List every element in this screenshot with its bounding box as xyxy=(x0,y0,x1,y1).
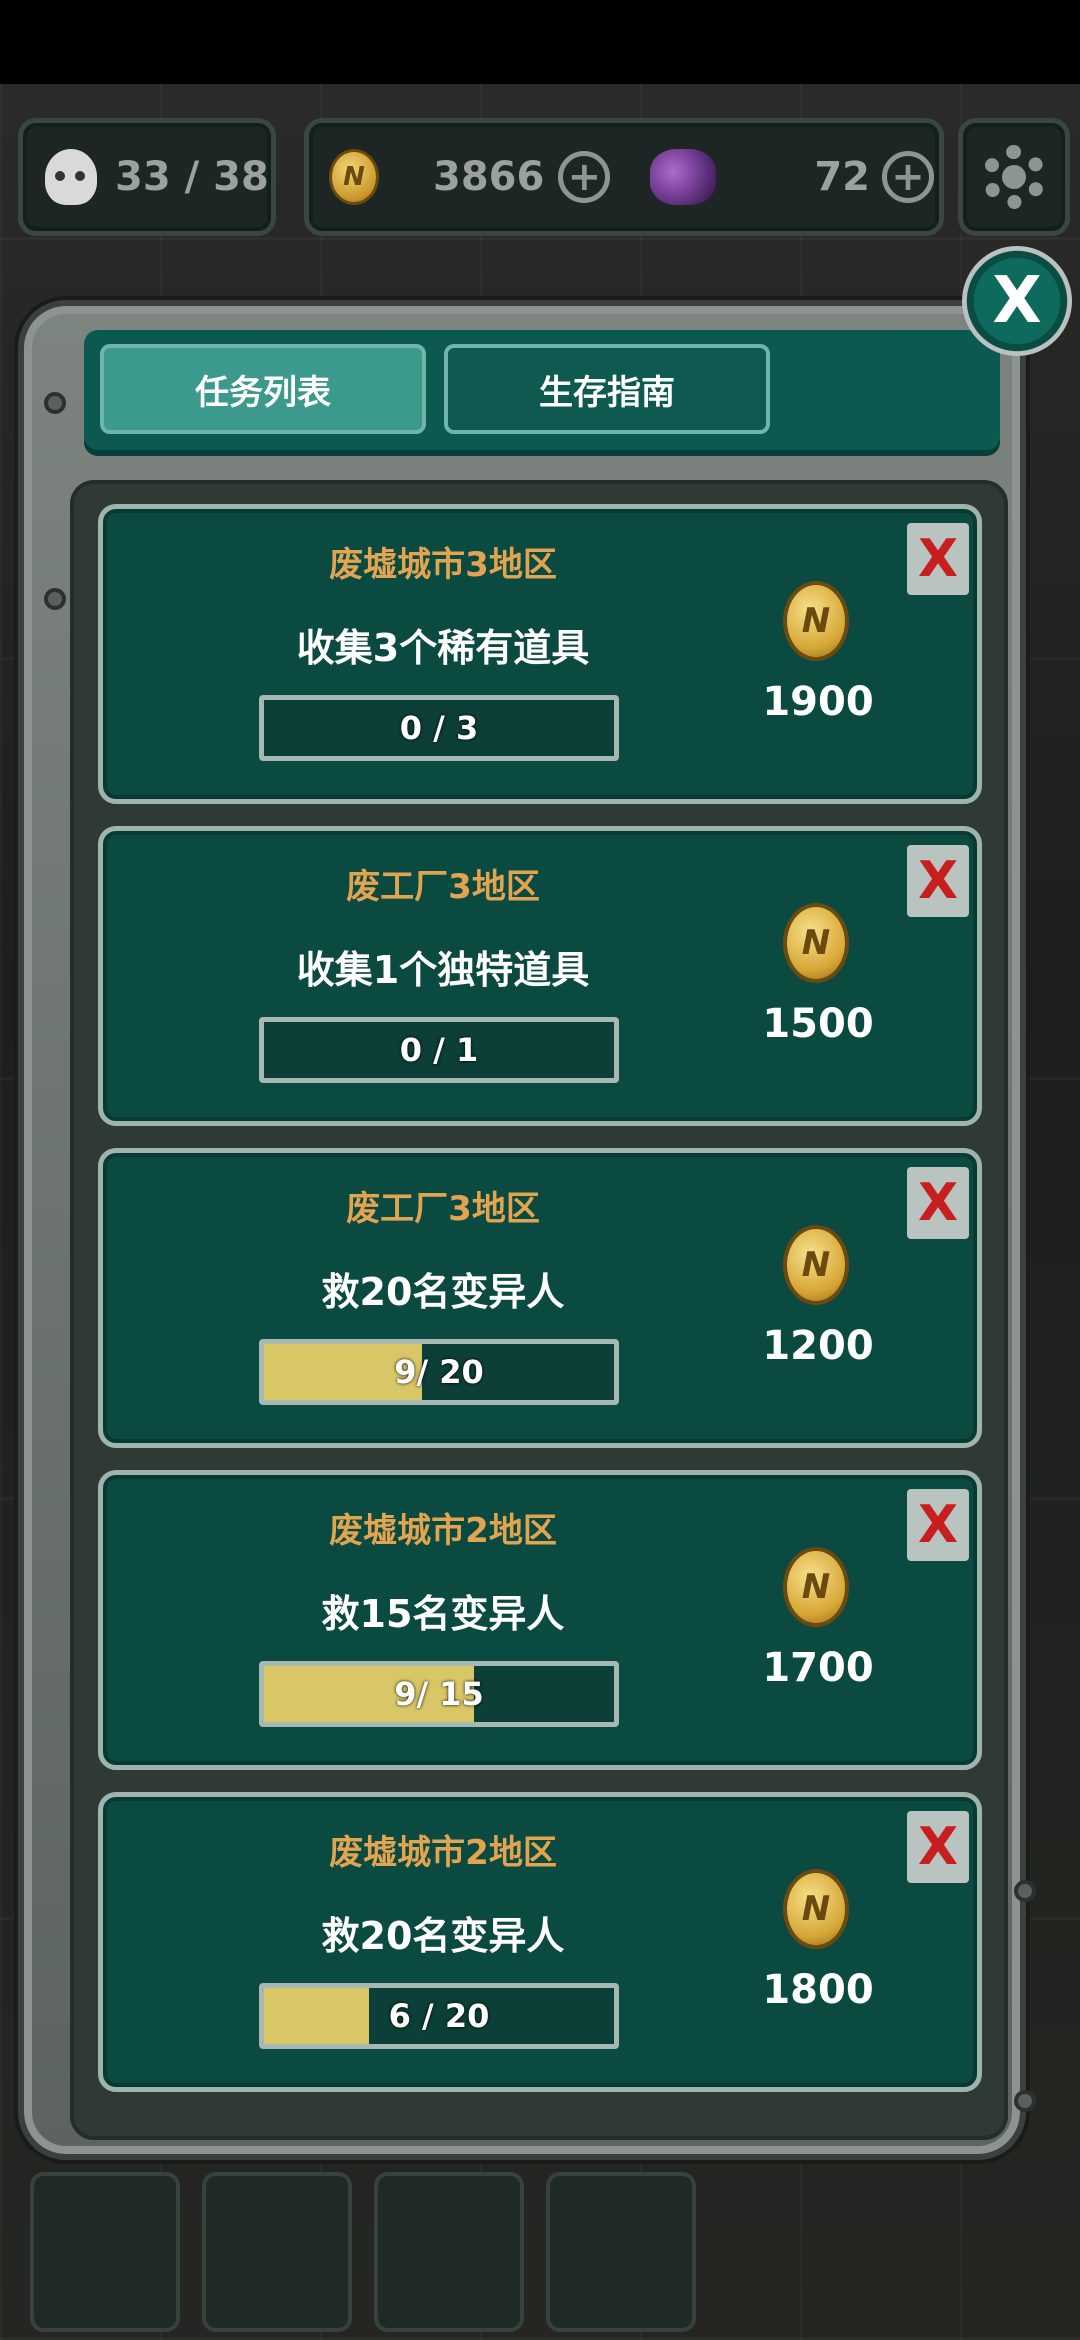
coin-icon: N xyxy=(783,1225,849,1305)
task-description: 收集3个稀有道具 xyxy=(296,626,590,670)
tab-task-list[interactable]: 任务列表 xyxy=(100,344,426,434)
task-reward: 1200 xyxy=(762,1323,874,1369)
task-progress-bar: 9/ 15 xyxy=(259,1661,619,1727)
skull-icon xyxy=(45,149,97,205)
task-description: 救15名变异人 xyxy=(321,1592,565,1636)
delete-task-button[interactable]: X xyxy=(907,1167,969,1239)
rivet-decoration xyxy=(44,392,66,414)
tab-bar: 任务列表 生存指南 xyxy=(84,330,1000,456)
task-progress-bar: 9/ 20 xyxy=(259,1339,619,1405)
add-gems-button[interactable]: + xyxy=(882,151,934,203)
progress-text: 0 / 1 xyxy=(399,1031,479,1069)
progress-text: 9/ 20 xyxy=(394,1353,484,1391)
task-description: 救20名变异人 xyxy=(321,1914,565,1958)
task-description: 救20名变异人 xyxy=(321,1270,565,1314)
task-reward: 1700 xyxy=(762,1645,874,1691)
delete-task-button[interactable]: X xyxy=(907,523,969,595)
task-reward: 1800 xyxy=(762,1967,874,2013)
rivet-decoration xyxy=(1014,1880,1036,1902)
delete-task-button[interactable]: X xyxy=(907,1811,969,1883)
task-card: 废工厂3地区 救20名变异人 9/ 20 N 1200 X xyxy=(98,1148,982,1448)
settings-button[interactable] xyxy=(958,118,1070,236)
dock-button-people[interactable] xyxy=(30,2172,180,2332)
population-counter: 33 / 38 xyxy=(18,118,276,236)
close-panel-button[interactable]: X xyxy=(962,246,1072,356)
task-progress-bar: 6 / 20 xyxy=(259,1983,619,2049)
gem-value: 72 xyxy=(814,154,870,200)
dock-button-exchange[interactable] xyxy=(546,2172,696,2332)
population-value: 33 / 38 xyxy=(115,154,269,200)
task-area: 废墟城市3地区 xyxy=(329,545,557,585)
task-card: 废墟城市2地区 救20名变异人 6 / 20 N 1800 X xyxy=(98,1792,982,2092)
tab-survival-guide[interactable]: 生存指南 xyxy=(444,344,770,434)
status-bar-area xyxy=(0,0,1080,84)
progress-text: 6 / 20 xyxy=(388,1997,490,2035)
task-area: 废墟城市2地区 xyxy=(329,1511,557,1551)
task-area: 废工厂3地区 xyxy=(346,1189,540,1229)
task-card: 废工厂3地区 收集1个独特道具 0 / 1 N 1500 X xyxy=(98,826,982,1126)
dock-button-profile[interactable] xyxy=(374,2172,524,2332)
coin-icon: N xyxy=(329,149,379,205)
add-coins-button[interactable]: + xyxy=(558,151,611,203)
coin-icon: N xyxy=(783,1869,849,1949)
coin-icon: N xyxy=(783,903,849,983)
task-card: 废墟城市3地区 收集3个稀有道具 0 / 3 N 1900 X xyxy=(98,504,982,804)
rivet-decoration xyxy=(44,588,66,610)
coin-icon: N xyxy=(783,581,849,661)
gear-icon xyxy=(982,145,1046,209)
task-area: 废墟城市2地区 xyxy=(329,1833,557,1873)
delete-task-button[interactable]: X xyxy=(907,845,969,917)
task-reward: 1500 xyxy=(762,1001,874,1047)
task-reward: 1900 xyxy=(762,679,874,725)
task-progress-bar: 0 / 3 xyxy=(259,695,619,761)
resource-bar: N 3866 + 72 + xyxy=(304,118,944,236)
progress-text: 0 / 3 xyxy=(399,709,479,747)
coin-icon: N xyxy=(783,1547,849,1627)
dock-button-build[interactable] xyxy=(202,2172,352,2332)
task-area: 废工厂3地区 xyxy=(346,867,540,907)
task-description: 收集1个独特道具 xyxy=(296,948,590,992)
coin-value: 3866 xyxy=(433,154,545,200)
gem-icon xyxy=(650,149,717,205)
delete-task-button[interactable]: X xyxy=(907,1489,969,1561)
task-card: 废墟城市2地区 救15名变异人 9/ 15 N 1700 X xyxy=(98,1470,982,1770)
progress-text: 9/ 15 xyxy=(394,1675,484,1713)
task-progress-bar: 0 / 1 xyxy=(259,1017,619,1083)
rivet-decoration xyxy=(1014,2090,1036,2112)
